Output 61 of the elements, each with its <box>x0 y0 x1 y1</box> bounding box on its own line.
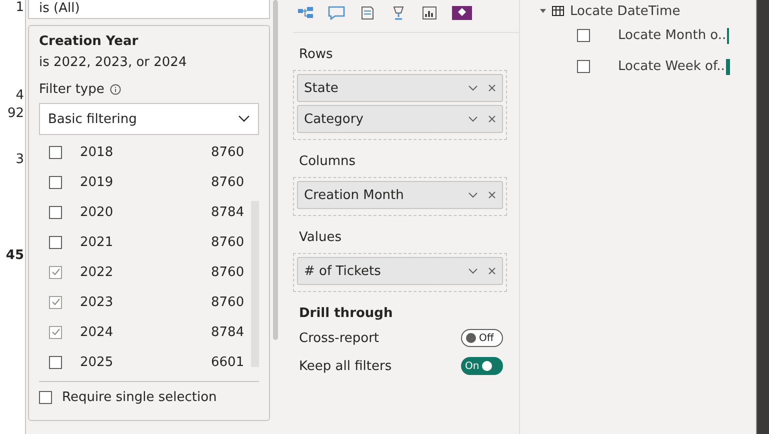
checkbox-label: Require single selection <box>62 390 217 405</box>
field-pill[interactable]: State <box>297 74 503 102</box>
toggle-switch[interactable]: On <box>461 357 503 375</box>
close-icon[interactable] <box>488 267 496 275</box>
table-cell-text: 4 <box>14 88 25 105</box>
well-heading: Rows <box>299 47 334 62</box>
filter-title: Creation Year <box>39 34 140 49</box>
data-bar <box>727 28 730 44</box>
toggle-label: Keep all filters <box>299 358 392 374</box>
checkbox[interactable] <box>49 236 62 248</box>
filter-type-dropdown[interactable]: Basic filtering <box>39 103 259 135</box>
diamond-logo-icon[interactable] <box>452 6 472 20</box>
chevron-down-icon <box>238 115 250 123</box>
field-pill[interactable]: # of Tickets <box>297 257 503 285</box>
toggle-label: Cross-report <box>299 330 380 346</box>
close-icon[interactable] <box>488 115 496 123</box>
section-heading: Drill through <box>299 306 394 321</box>
close-icon[interactable] <box>488 191 496 199</box>
checkbox[interactable] <box>49 146 62 158</box>
chevron-down-icon[interactable] <box>468 268 478 274</box>
filter-summary: is (All) <box>28 0 270 19</box>
filter-type-label: Filter type <box>39 82 104 97</box>
toggle-switch[interactable]: Off <box>461 329 503 347</box>
field-name[interactable]: Locate Month o.. <box>618 28 726 43</box>
filter-option[interactable]: 2022 8760 <box>39 257 251 287</box>
info-icon[interactable] <box>110 84 122 95</box>
filter-summary: is 2022, 2023, or 2024 <box>39 55 188 70</box>
table-cell-text: 1 <box>14 0 25 17</box>
field-pill[interactable]: Creation Month <box>297 181 503 209</box>
checkbox[interactable] <box>577 60 590 73</box>
scrollbar[interactable] <box>273 0 278 340</box>
table-name[interactable]: Locate DateTime <box>570 4 680 18</box>
filter-option[interactable]: 2020 8784 <box>39 197 251 227</box>
checkbox[interactable] <box>39 391 52 404</box>
table-cell-text: 92 <box>6 106 25 123</box>
checkbox[interactable] <box>49 356 62 368</box>
chevron-down-icon[interactable] <box>468 192 478 198</box>
filter-option[interactable]: 2021 8760 <box>39 227 251 257</box>
checkbox[interactable] <box>49 206 62 218</box>
filter-option[interactable]: 2023 8760 <box>39 287 251 317</box>
checkbox[interactable] <box>49 266 62 278</box>
checkbox[interactable] <box>49 296 62 308</box>
chevron-down-icon[interactable] <box>468 85 478 91</box>
close-icon[interactable] <box>488 84 496 92</box>
filter-option[interactable]: 2024 8784 <box>39 317 251 347</box>
well-heading: Columns <box>299 154 357 169</box>
filter-option[interactable]: 2019 8760 <box>39 167 251 197</box>
filter-option[interactable]: 2025 6601 <box>39 347 251 377</box>
table-icon <box>552 6 564 16</box>
chevron-down-icon[interactable] <box>468 116 478 122</box>
table-cell-text: 3 <box>14 152 25 169</box>
checkbox[interactable] <box>49 176 62 188</box>
well-heading: Values <box>299 230 342 245</box>
checkbox[interactable] <box>49 326 62 338</box>
field-name[interactable]: Locate Week of.. <box>618 59 725 74</box>
checkbox[interactable] <box>577 29 590 42</box>
data-bar <box>726 58 730 74</box>
table-cell-text: 45 <box>4 248 25 265</box>
expand-caret-icon[interactable] <box>540 8 546 14</box>
field-pill[interactable]: Category <box>297 105 503 133</box>
filter-option[interactable]: 2018 8760 <box>39 137 251 167</box>
